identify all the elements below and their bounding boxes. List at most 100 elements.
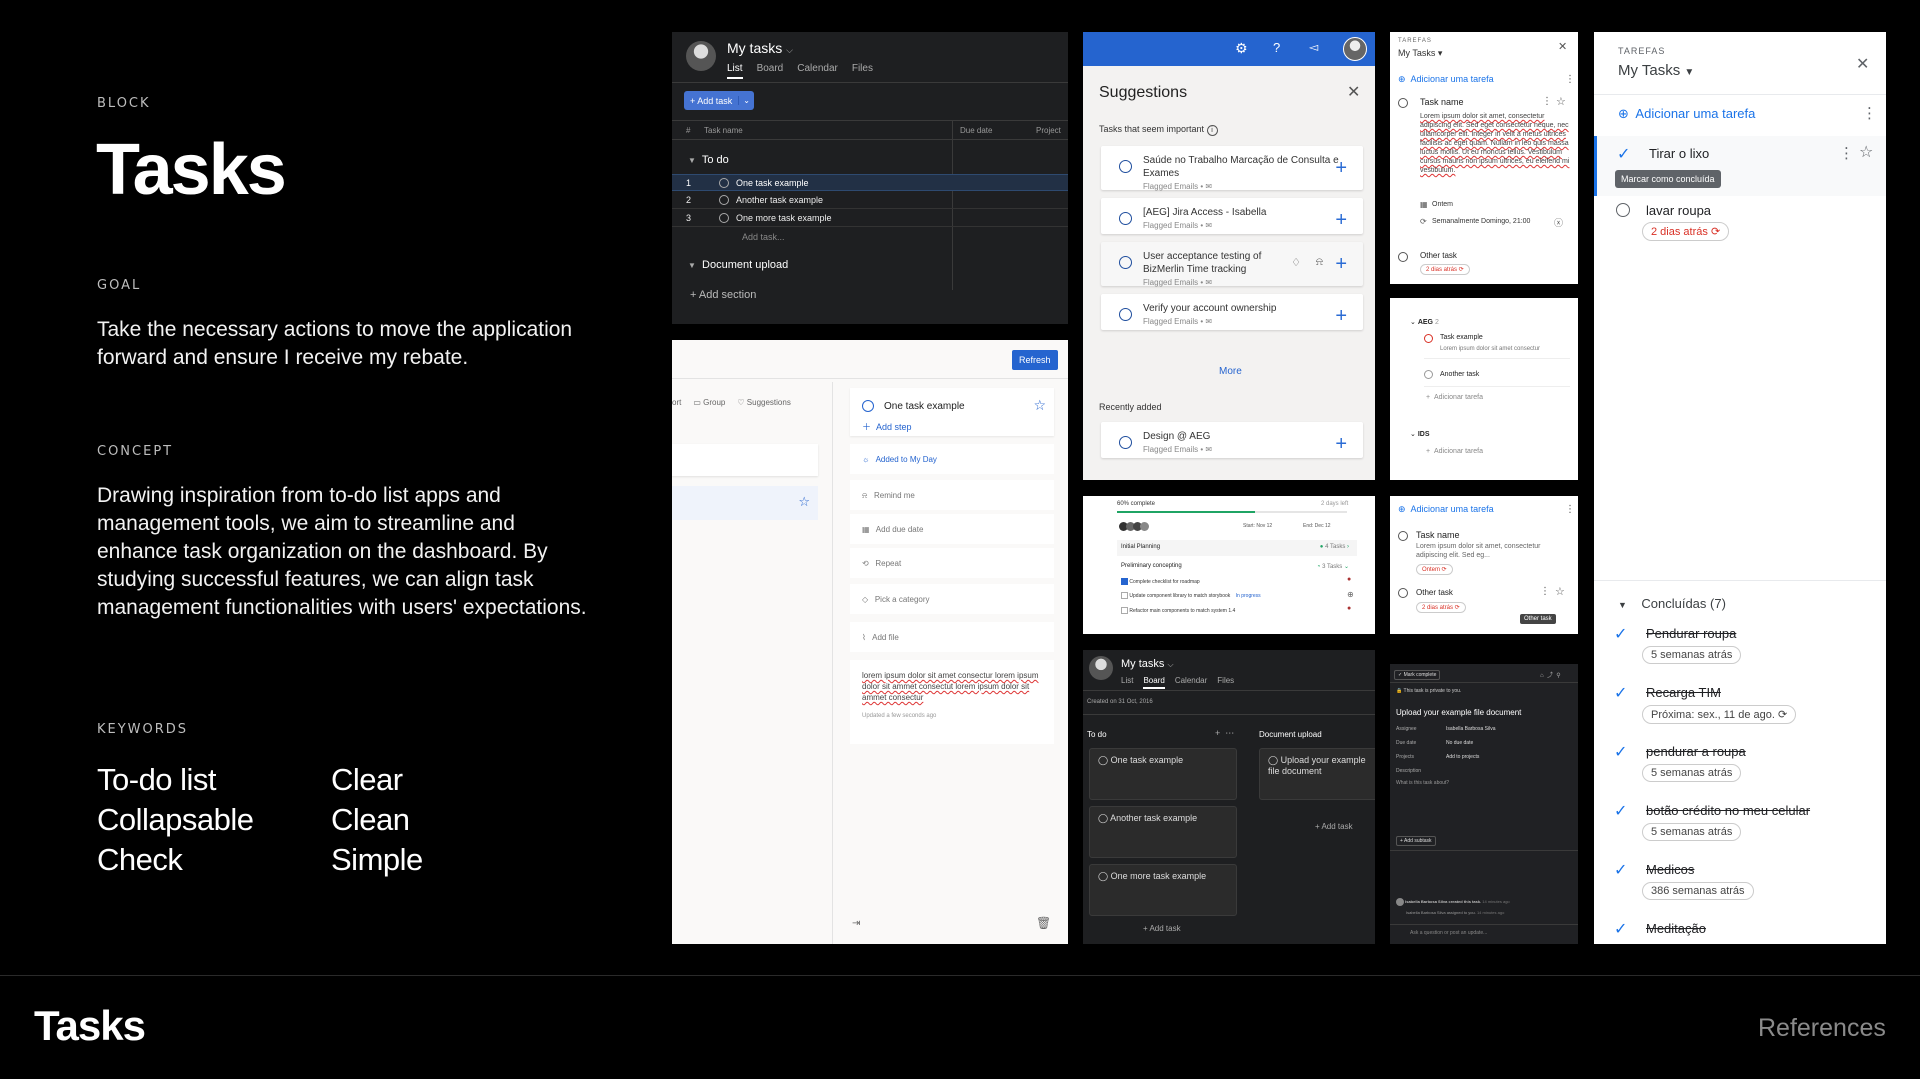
- star-icon[interactable]: ☆: [1033, 397, 1046, 414]
- subtask-row[interactable]: Update component library to match storyb…: [1121, 592, 1261, 599]
- add-task-button[interactable]: + Add task: [1143, 924, 1181, 933]
- more-icon[interactable]: ⋮: [1565, 74, 1575, 85]
- add-icon[interactable]: +: [1335, 254, 1347, 274]
- more-link[interactable]: More: [1219, 366, 1242, 377]
- checkbox[interactable]: [1121, 592, 1128, 599]
- add-task-button[interactable]: + Adicionar tarefa: [1426, 448, 1483, 455]
- tab-files[interactable]: Files: [1217, 676, 1234, 689]
- my-day-row[interactable]: ☼ Added to My Day: [850, 444, 1054, 474]
- task-item[interactable]: lavar roupa 2 dias atrás ⟳: [1594, 198, 1886, 246]
- check-circle-icon[interactable]: ◯: [1098, 813, 1108, 823]
- check-circle-icon[interactable]: [1119, 212, 1132, 225]
- tab-calendar[interactable]: Calendar: [1175, 676, 1207, 689]
- group-header[interactable]: ⌄ IDS: [1410, 430, 1430, 438]
- column-actions[interactable]: + ⋯: [1215, 728, 1234, 739]
- task-row[interactable]: 3 One more task example: [672, 210, 1068, 227]
- completed-item[interactable]: ✓ Medicos 386 semanas atrás: [1594, 860, 1886, 908]
- tab-files[interactable]: Files: [852, 63, 873, 79]
- add-section-button[interactable]: + Add section: [690, 289, 756, 301]
- chevron-down-icon[interactable]: ⌵: [786, 45, 793, 55]
- help-icon[interactable]: ?: [1273, 40, 1280, 55]
- close-icon[interactable]: ✕: [1347, 82, 1360, 102]
- subtask-row[interactable]: Complete checklist for roadmap: [1121, 578, 1200, 585]
- tab-list[interactable]: List: [727, 63, 743, 79]
- task-row[interactable]: 2 Another task example: [672, 192, 1068, 209]
- completed-item[interactable]: ✓ botão crédito no meu celular 5 semanas…: [1594, 801, 1886, 849]
- check-circle-icon[interactable]: [1398, 531, 1408, 541]
- tab-board[interactable]: Board: [757, 63, 784, 79]
- check-icon[interactable]: ✓: [1614, 801, 1627, 821]
- add-icon[interactable]: +: [1335, 306, 1347, 326]
- megaphone-icon[interactable]: ◅: [1309, 40, 1318, 54]
- avatar[interactable]: [1343, 37, 1367, 61]
- check-circle-icon[interactable]: [1398, 252, 1408, 262]
- add-subtask-button[interactable]: + Add subtask: [1396, 836, 1436, 846]
- list-item-selected[interactable]: ☆: [672, 486, 818, 520]
- subtask-row[interactable]: Refactor main components to match system…: [1121, 607, 1235, 614]
- board-card[interactable]: ◯ One more task example: [1089, 864, 1237, 916]
- due-chip[interactable]: 2 dias atrás ⟳: [1642, 222, 1730, 241]
- tab-list[interactable]: List: [1121, 676, 1133, 689]
- board-card[interactable]: ◯ One task example: [1089, 748, 1237, 800]
- gear-icon[interactable]: ⚙: [1235, 40, 1248, 57]
- phase-row[interactable]: Preliminary concepting ◔ 3 Tasks ⌄: [1117, 560, 1357, 574]
- tab-board[interactable]: Board: [1143, 676, 1165, 689]
- check-icon[interactable]: ✓: [1614, 683, 1627, 703]
- header-actions[interactable]: ⌂ ⤴ ⚲: [1540, 670, 1561, 679]
- phase-row[interactable]: Initial Planning ● 4 Tasks ›: [1117, 540, 1357, 556]
- add-icon[interactable]: +: [1335, 158, 1347, 178]
- check-icon[interactable]: ✓: [1614, 624, 1627, 644]
- check-circle-icon[interactable]: [1424, 370, 1433, 379]
- add-task-button[interactable]: + Add task ⌄: [684, 91, 754, 110]
- due-chip[interactable]: 2 dias atrás ⟳: [1416, 602, 1466, 613]
- field-value[interactable]: Isabella Barbosa Silva: [1446, 726, 1495, 732]
- check-circle-icon[interactable]: [1398, 588, 1408, 598]
- refresh-button[interactable]: Refresh: [1012, 350, 1058, 370]
- check-circle-icon[interactable]: ◯: [1098, 755, 1108, 765]
- add-task-inline[interactable]: Add task...: [742, 232, 785, 242]
- star-icon[interactable]: ☆: [1555, 585, 1565, 598]
- chevron-down-icon[interactable]: ⌵: [1167, 660, 1173, 669]
- check-circle-icon[interactable]: [719, 178, 729, 188]
- category-row[interactable]: ◇ Pick a category: [850, 584, 1054, 614]
- task-row[interactable]: 1 One task example: [672, 174, 1068, 191]
- tab-calendar[interactable]: Calendar: [797, 63, 838, 79]
- due-row[interactable]: ▦ Add due date: [850, 514, 1054, 544]
- close-circle-icon[interactable]: ⓧ: [1554, 216, 1563, 229]
- due-chip[interactable]: 2 dias atrás ⟳: [1420, 264, 1470, 275]
- suggestion-card[interactable]: User acceptance testing of BizMerlin Tim…: [1101, 242, 1363, 287]
- chevron-down-icon[interactable]: ⌄: [738, 96, 754, 105]
- exit-icon[interactable]: ⇥: [852, 918, 860, 929]
- check-icon[interactable]: ✓: [1614, 919, 1627, 939]
- mark-complete-button[interactable]: ✓ Mark complete: [1394, 670, 1441, 680]
- completed-item[interactable]: ✓ Pendurar roupa 5 semanas atrás: [1594, 624, 1886, 672]
- check-icon[interactable]: ✓: [1614, 742, 1627, 762]
- more-icon[interactable]: ⋮: [1862, 104, 1877, 122]
- trash-icon[interactable]: 🗑: [1036, 916, 1051, 930]
- check-circle-icon[interactable]: [1119, 256, 1132, 269]
- board-card[interactable]: ◯ Another task example: [1089, 806, 1237, 858]
- add-icon[interactable]: +: [1335, 434, 1347, 454]
- info-icon[interactable]: i: [1206, 125, 1218, 136]
- date-chip[interactable]: Ontem ⟳: [1416, 564, 1453, 575]
- check-circle-icon[interactable]: [1119, 160, 1132, 173]
- check-circle-icon[interactable]: [862, 400, 874, 412]
- completed-item[interactable]: ✓ pendurar a roupa 5 semanas atrás: [1594, 742, 1886, 790]
- add-task-button[interactable]: ⊕ Adicionar uma tarefa: [1398, 74, 1494, 85]
- checkbox-checked[interactable]: [1121, 578, 1128, 585]
- suggestion-card[interactable]: Saúde no Trabalho Marcação de Consulta e…: [1101, 146, 1363, 191]
- check-circle-icon[interactable]: [1424, 334, 1433, 343]
- add-task-button[interactable]: ⊕ Adicionar uma tarefa: [1398, 504, 1494, 515]
- check-circle-icon[interactable]: [1616, 203, 1630, 217]
- completed-header[interactable]: ▼ Concluídas (7): [1618, 596, 1726, 611]
- check-circle-icon[interactable]: [1398, 98, 1408, 108]
- check-circle-icon[interactable]: [1119, 436, 1132, 449]
- file-row[interactable]: ⌇ Add file: [850, 622, 1054, 652]
- close-icon[interactable]: ✕: [1856, 54, 1869, 74]
- comment-input[interactable]: Ask a question or post an update...: [1410, 930, 1487, 936]
- completed-item[interactable]: ✓ Meditação: [1594, 919, 1886, 943]
- field-value[interactable]: No due date: [1446, 740, 1473, 746]
- add-step-button[interactable]: ＋ Add step: [862, 420, 912, 433]
- group-header[interactable]: ⌄ AEG 2: [1410, 318, 1439, 326]
- bell-icon[interactable]: ⍾: [1316, 256, 1323, 269]
